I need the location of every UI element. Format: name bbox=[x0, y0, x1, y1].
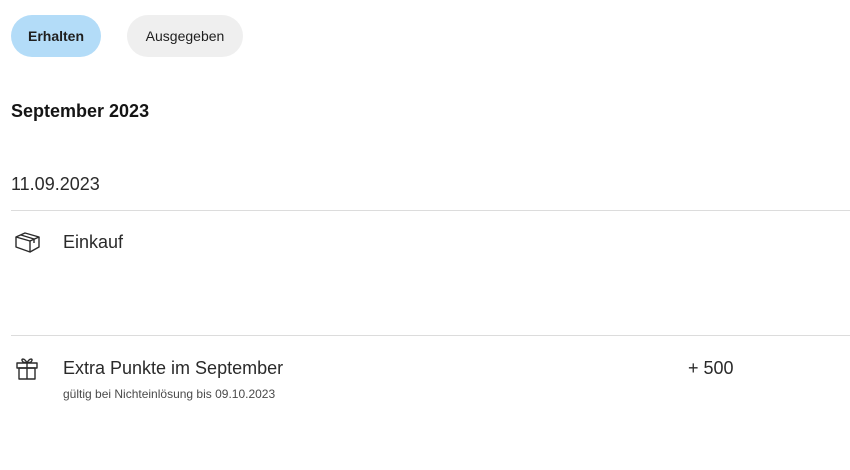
divider bbox=[11, 210, 850, 211]
points-value: + 500 bbox=[688, 358, 734, 378]
package-icon bbox=[13, 228, 41, 256]
transaction-label: Einkauf bbox=[63, 232, 124, 252]
month-heading: September 2023 bbox=[11, 101, 150, 121]
filter-tabs: Erhalten Ausgegeben bbox=[11, 15, 243, 57]
gift-icon bbox=[13, 354, 41, 382]
tab-received[interactable]: Erhalten bbox=[11, 15, 101, 57]
date-label: 11.09.2023 bbox=[11, 174, 100, 194]
validity-note: gültig bei Nichteinlösung bis 09.10.2023 bbox=[63, 387, 276, 401]
divider bbox=[11, 335, 850, 336]
tab-spent[interactable]: Ausgegeben bbox=[127, 15, 243, 57]
transaction-label: Extra Punkte im September bbox=[63, 358, 284, 378]
